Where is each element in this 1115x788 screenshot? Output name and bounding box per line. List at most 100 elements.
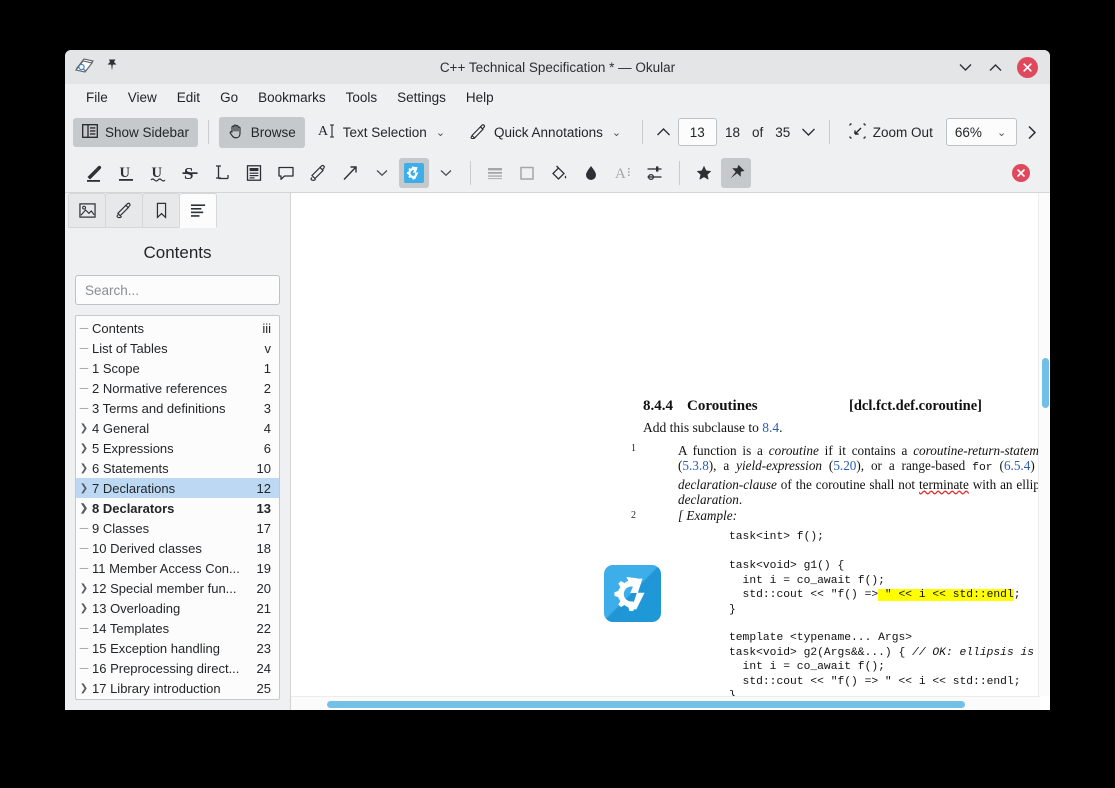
typewriter-tool[interactable] — [207, 158, 237, 188]
pin-annotations-tool[interactable] — [721, 157, 751, 188]
stamp-tool[interactable] — [399, 157, 429, 188]
previous-page-button[interactable] — [653, 117, 674, 147]
toc-row[interactable]: ─ 16 Preprocessing direct... 24 — [76, 658, 279, 678]
strikeout-tool[interactable]: S — [175, 158, 205, 188]
toc-row[interactable]: ❯ 13 Overloading 21 — [76, 598, 279, 618]
advanced-settings-tool[interactable] — [640, 158, 670, 188]
code-block-2: template <typename... Args> task<void> g… — [729, 632, 1035, 702]
sidebar-title: Contents — [143, 243, 212, 262]
vertical-scroll-thumb[interactable] — [1042, 358, 1049, 408]
toc-page-number: 1 — [263, 360, 271, 376]
toc-page-number: 23 — [256, 640, 271, 656]
quick-annotations-label: Quick Annotations — [494, 124, 603, 140]
bookmark-star-tool[interactable] — [689, 158, 719, 188]
menu-tools[interactable]: Tools — [337, 87, 387, 108]
page-number-input[interactable]: 13 — [677, 118, 717, 146]
menu-settings[interactable]: Settings — [388, 87, 455, 108]
contents-tab[interactable] — [179, 193, 217, 228]
toc-row[interactable]: ─ 11 Member Access Con... 19 — [76, 558, 279, 578]
toolbar-separator-3 — [829, 120, 830, 144]
show-sidebar-button[interactable]: Show Sidebar — [73, 117, 199, 147]
toc-expand-chevron-icon[interactable]: ❯ — [76, 483, 92, 494]
vertical-scrollbar[interactable] — [1038, 193, 1050, 696]
okular-window: C++ Technical Specification * — Okular F… — [65, 50, 1050, 710]
toc-row[interactable]: ─ Contents iii — [76, 318, 279, 338]
browse-label: Browse — [250, 124, 296, 140]
pdf-page[interactable]: 8.4.4 Coroutines [dcl.fct.def.coroutine] … — [291, 193, 1040, 710]
menu-file[interactable]: File — [77, 87, 117, 108]
toc-expand-chevron-icon[interactable]: ❯ — [76, 423, 92, 434]
toc-row[interactable]: ❯ 6 Statements 10 — [76, 458, 279, 478]
window-controls — [957, 56, 1050, 78]
chevron-down-icon[interactable]: ⌄ — [434, 126, 447, 139]
toc-label: 1 Scope — [92, 360, 140, 376]
underline-tool[interactable]: U — [111, 158, 141, 188]
menu-edit[interactable]: Edit — [168, 87, 209, 108]
bookmarks-tab[interactable] — [142, 193, 180, 228]
inline-note-tool[interactable] — [239, 158, 269, 188]
page-view[interactable]: 8.4.4 Coroutines [dcl.fct.def.coroutine] … — [290, 193, 1050, 710]
chevron-down-icon[interactable]: ⌄ — [610, 126, 623, 139]
maximize-button[interactable] — [987, 59, 1003, 75]
toc-leaf-dash-icon: ─ — [79, 341, 89, 355]
toc-expand-chevron-icon[interactable]: ❯ — [76, 683, 92, 694]
toc-row[interactable]: ─ 15 Exception handling 23 — [76, 638, 279, 658]
arrow-tool[interactable] — [335, 158, 365, 188]
zoom-level-combobox[interactable]: 66% ⌄ — [945, 118, 1018, 146]
toc-row[interactable]: ❯ 17 Library introduction 25 — [76, 678, 279, 698]
close-annotation-toolbar-button[interactable] — [1012, 163, 1030, 182]
toc-expand-chevron-icon[interactable]: ❯ — [76, 603, 92, 614]
toc-label: 7 Declarations — [92, 480, 176, 496]
toc-page-number: 25 — [256, 680, 271, 696]
freehand-highlight-tool[interactable] — [303, 158, 333, 188]
menu-bookmarks[interactable]: Bookmarks — [249, 87, 335, 108]
toc-row[interactable]: ❯ 8 Declarators 13 — [76, 498, 279, 518]
toc-leaf-dash-icon: ─ — [79, 541, 89, 555]
quick-annotations-button[interactable]: Quick Annotations ⌄ — [460, 117, 632, 148]
subclause-link[interactable]: 8.4 — [762, 420, 779, 435]
menu-go[interactable]: Go — [211, 87, 247, 108]
toc-expand-chevron-icon[interactable]: ❯ — [76, 463, 92, 474]
annotations-tab[interactable] — [105, 193, 143, 228]
menu-view[interactable]: View — [119, 87, 166, 108]
browse-button[interactable]: Browse — [218, 116, 305, 148]
toc-expand-chevron-icon[interactable]: ❯ — [76, 443, 92, 454]
toc-row[interactable]: ─ List of Tables v — [76, 338, 279, 358]
highlighter-tool[interactable] — [79, 158, 109, 188]
text-selection-button[interactable]: A Text Selection ⌄ — [309, 117, 456, 148]
arrow-options-chevron-icon[interactable] — [367, 158, 397, 188]
menu-help[interactable]: Help — [457, 87, 503, 108]
squiggly-tool[interactable]: U — [143, 158, 173, 188]
toc-expand-chevron-icon[interactable]: ❯ — [76, 503, 92, 514]
zoom-out-button[interactable]: Zoom Out — [840, 117, 942, 148]
toc-row[interactable]: ─ 1 Scope 1 — [76, 358, 279, 378]
toc-row[interactable]: ❯ 5 Expressions 6 — [76, 438, 279, 458]
toc-row[interactable]: ─ 10 Derived classes 18 — [76, 538, 279, 558]
horizontal-scroll-thumb[interactable] — [327, 701, 965, 708]
toc-row[interactable]: ─ 14 Templates 22 — [76, 618, 279, 638]
toc-page-number: 20 — [256, 580, 271, 596]
fill-color-tool[interactable] — [544, 158, 574, 188]
close-button[interactable] — [1017, 56, 1038, 78]
stamp-options-chevron-icon[interactable] — [431, 158, 461, 188]
toc-expand-chevron-icon[interactable]: ❯ — [76, 583, 92, 594]
kde-stamp-annotation-small[interactable] — [604, 565, 661, 622]
toc-row[interactable]: ─ 2 Normative references 2 — [76, 378, 279, 398]
toc-row[interactable]: ❯ 12 Special member fun... 20 — [76, 578, 279, 598]
toc-row[interactable]: ❯ 7 Declarations 12 — [76, 478, 279, 498]
table-of-contents-list[interactable]: ─ Contents iii ─ List of Tables v ─ 1 Scope 1 ─ 2 … — [75, 315, 280, 700]
opacity-tool[interactable] — [576, 158, 606, 188]
toc-row[interactable]: ❯18 Language support li...26 — [76, 698, 279, 699]
section-heading: 8.4.4 Coroutines — [643, 398, 758, 415]
horizontal-scrollbar[interactable] — [291, 696, 1040, 710]
search-input[interactable]: Search... — [75, 275, 280, 305]
toc-row[interactable]: ❯ 4 General 4 — [76, 418, 279, 438]
minimize-button[interactable] — [957, 59, 973, 75]
toc-row[interactable]: ─ 3 Terms and definitions 3 — [76, 398, 279, 418]
toc-row[interactable]: ─ 9 Classes 17 — [76, 518, 279, 538]
next-page-button[interactable] — [798, 117, 819, 147]
pin-icon[interactable] — [105, 58, 119, 77]
thumbnails-tab[interactable] — [68, 193, 106, 228]
popup-note-tool[interactable] — [271, 158, 301, 188]
toolbar-overflow-button[interactable] — [1021, 117, 1042, 147]
